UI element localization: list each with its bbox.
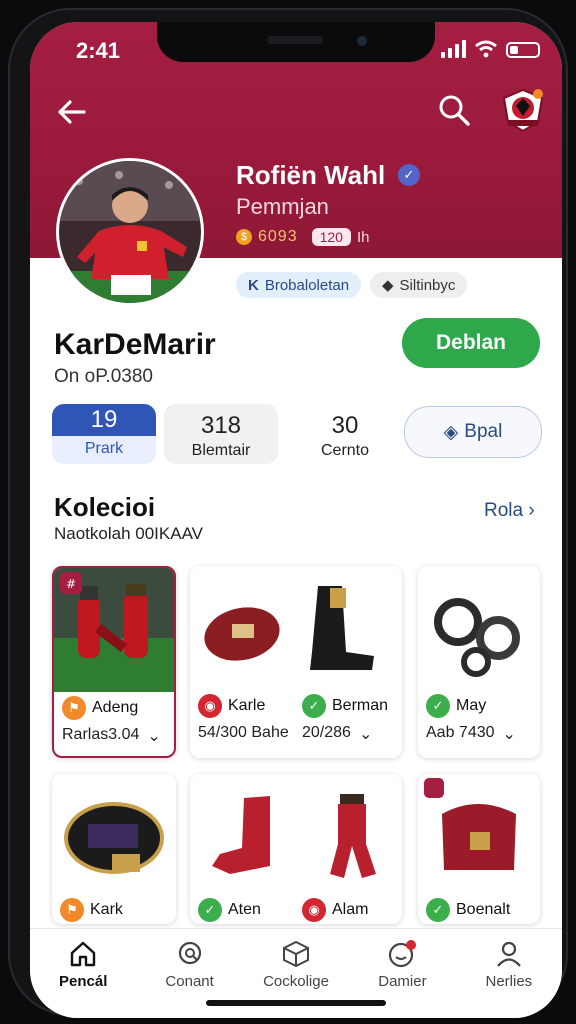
category-icon: ✓: [198, 898, 222, 922]
stat-value: 30: [331, 412, 359, 439]
item-name: Boenalt: [456, 901, 511, 918]
search-icon: [439, 95, 470, 126]
category-icon: ◉: [302, 898, 326, 922]
item-price: 20/286: [302, 724, 351, 741]
back-arrow-icon: [58, 100, 86, 124]
home-indicator[interactable]: [206, 1000, 386, 1006]
stat-value: 19: [52, 404, 156, 436]
tab-label: Pencál: [59, 973, 108, 990]
item-name: Kark: [90, 901, 123, 918]
item-image: [418, 566, 540, 690]
item-image: [52, 774, 176, 898]
chevron-down-icon: ⌄: [502, 726, 516, 743]
coin-count: 6093: [258, 228, 298, 245]
diamond-icon: ◈: [443, 421, 459, 443]
category-icon: ✓: [302, 694, 326, 718]
item-image: [190, 774, 402, 898]
category-icon: ◉: [198, 694, 222, 718]
status-time: 2:41: [76, 38, 121, 63]
svg-text:#: #: [66, 577, 76, 591]
home-icon: [71, 941, 96, 967]
search-button[interactable]: [436, 92, 476, 132]
notification-icon: [389, 940, 417, 968]
stat-card-blemtair[interactable]: 318 Blemtair: [164, 404, 278, 464]
level-suffix: Ih: [356, 228, 370, 246]
item-name: Adeng: [92, 699, 139, 716]
collection-item-card-pair[interactable]: ◉ Karle ✓ Berman 54/300 Bahe 20/286 ⌄: [190, 566, 402, 758]
owner-id: On oP.0380: [54, 366, 153, 387]
collection-item-card[interactable]: ✓ Boenalt: [418, 774, 540, 924]
item-name: Karle: [228, 697, 266, 714]
back-button[interactable]: [52, 94, 92, 134]
chevron-down-icon: ⌄: [147, 728, 161, 745]
collection-item-card[interactable]: ⚑ Kark: [52, 774, 176, 924]
search-chat-icon: [178, 941, 201, 965]
deal-label: Bpal: [464, 421, 503, 442]
category-icon: ⚑: [60, 898, 84, 922]
item-price: Aab 7430: [426, 724, 495, 741]
tab-profile[interactable]: Nerlies: [456, 929, 562, 1018]
level-badge: 120: [311, 228, 351, 246]
kick-icon: K: [248, 276, 259, 294]
chevron-down-icon: ⌄: [358, 726, 373, 743]
tab-label: Cockolige: [263, 973, 329, 990]
stat-label: Cernto: [320, 442, 370, 459]
tab-home[interactable]: Pencál: [30, 929, 136, 1018]
club-crest-logo[interactable]: [500, 86, 546, 134]
box-icon: [283, 940, 310, 968]
camera-notch: [157, 22, 435, 62]
tag-chip-skill[interactable]: ◆ Siltinbyc: [370, 272, 468, 298]
tab-label: Nerlies: [485, 973, 533, 990]
item-price: 54/300 Bahe: [198, 724, 289, 741]
see-all-label: Rola: [484, 500, 524, 521]
person-icon: [496, 941, 521, 967]
item-image: [418, 774, 540, 898]
deal-button[interactable]: ◈ Bpal: [404, 406, 542, 458]
item-name: May: [456, 697, 487, 714]
phone-frame: 2:41 Rofiën Wahl ✓ Pemmjan $ 6093 120 Ih…: [8, 8, 568, 1018]
stat-value: 318: [200, 412, 242, 439]
collection-item-card-pair[interactable]: ✓ Aten ◉ Alam: [190, 774, 402, 924]
stat-label: Blemtair: [191, 442, 251, 459]
tag-label: Siltinbyc: [399, 276, 456, 294]
stat-card-prark[interactable]: 19 Prark: [52, 404, 156, 464]
battery-icon: [506, 42, 540, 58]
category-icon: ✓: [426, 694, 450, 718]
player-role: Pemmjan: [236, 194, 329, 219]
collection-item-card[interactable]: ✓ May Aab 7430 ⌄: [418, 566, 540, 758]
see-all-link[interactable]: Rola ›: [484, 500, 535, 522]
collection-title: Kolecioi: [54, 492, 156, 522]
owner-display-name: KarDeMarir: [54, 328, 216, 361]
collection-item-card[interactable]: # ⚑ Adeng Rarlas3.04 ⌄: [52, 566, 176, 758]
signal-icon: [441, 40, 466, 58]
wifi-icon: [475, 40, 497, 58]
item-name: Aten: [228, 901, 261, 918]
category-icon: ⚑: [62, 696, 86, 720]
item-price: Rarlas3.04: [62, 726, 140, 743]
tab-label: Conant: [165, 973, 214, 990]
follow-button[interactable]: Deblan: [402, 318, 540, 368]
coin-icon: $: [236, 229, 252, 245]
player-stats-row: $ 6093 120 Ih: [236, 228, 369, 246]
status-icons: [441, 40, 540, 58]
collection-subtitle: Naotkolah 00IKAAV: [54, 524, 203, 543]
tab-label: Damier: [378, 973, 427, 990]
item-image: #: [54, 568, 174, 692]
player-name: Rofiën Wahl: [236, 160, 386, 190]
tag-chip-position[interactable]: K Brobaloletan: [236, 272, 362, 298]
category-icon: ✓: [426, 898, 450, 922]
item-name: Alam: [332, 901, 369, 918]
stat-label: Prark: [84, 440, 124, 457]
tag-label: Brobaloletan: [264, 276, 350, 294]
player-avatar[interactable]: [56, 158, 204, 306]
diamond-icon: ◆: [382, 277, 394, 294]
stat-card-cernto[interactable]: 30 Cernto: [300, 404, 390, 464]
item-image: [190, 566, 402, 690]
chevron-right-icon: ›: [528, 500, 535, 521]
item-name: Berman: [332, 697, 389, 714]
verified-badge-icon: ✓: [398, 164, 420, 186]
app-screen: 2:41 Rofiën Wahl ✓ Pemmjan $ 6093 120 Ih…: [30, 22, 562, 1018]
